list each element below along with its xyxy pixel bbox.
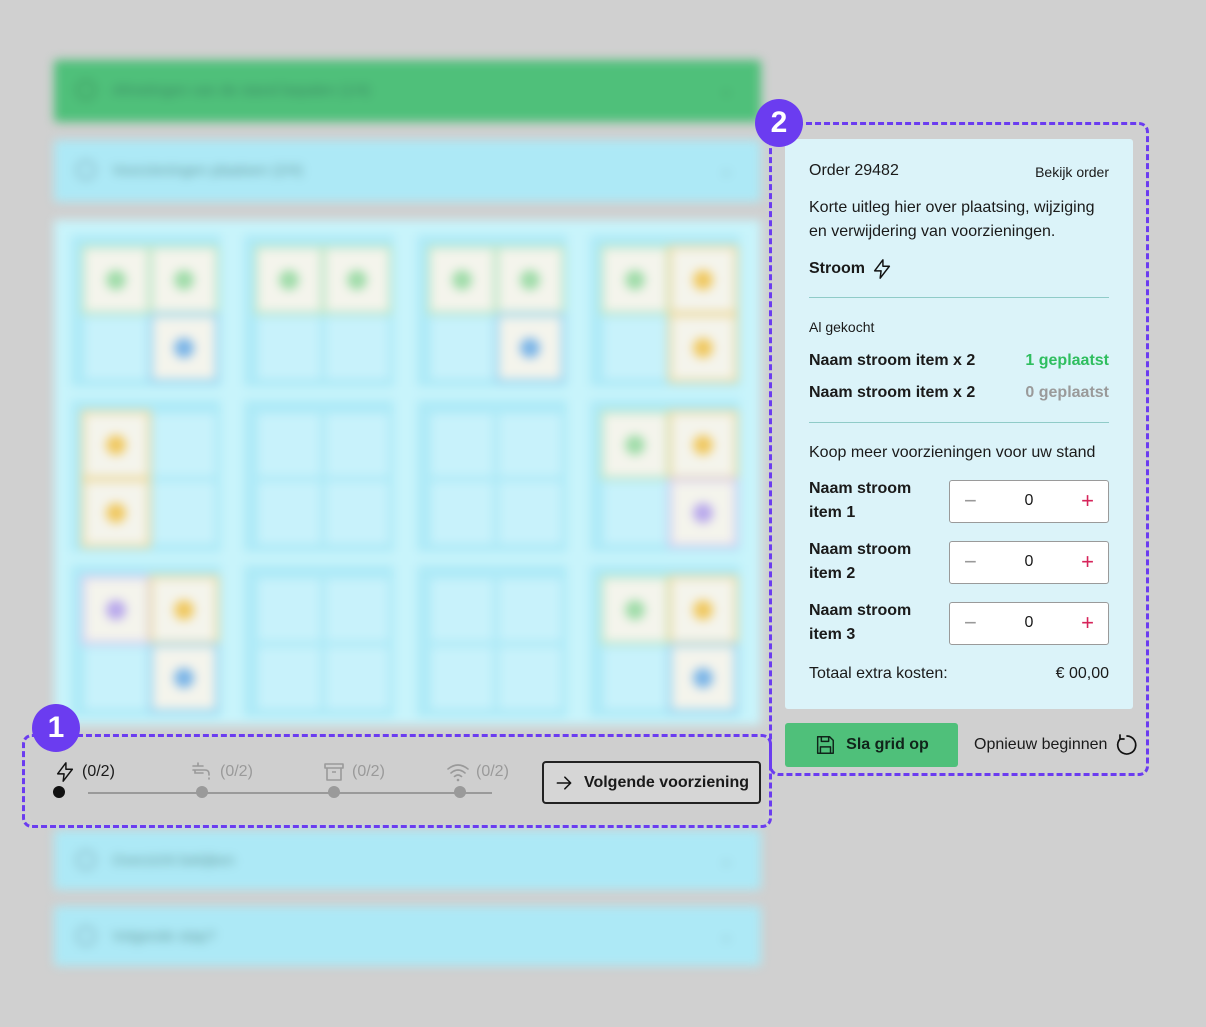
grid-block — [590, 565, 740, 717]
grid-block — [71, 400, 221, 552]
grid-block — [417, 400, 567, 552]
accordion-label: Overzicht bekijken — [112, 852, 235, 869]
accordion-next-step: Volgende stap? ⌄ — [54, 906, 761, 966]
accordion-overview: Overzicht bekijken ⌄ — [54, 830, 761, 890]
grid-block — [71, 565, 221, 717]
accordion-label: Voorzieningen plaatsen (2/4) — [112, 162, 303, 179]
chevron-down-icon: ⌄ — [719, 82, 733, 99]
circle-icon — [76, 926, 96, 946]
grid-block — [590, 400, 740, 552]
accordion-facilities: Voorzieningen plaatsen (2/4) ⌄ — [54, 140, 761, 202]
grid-block — [417, 565, 567, 717]
grid-block — [417, 235, 567, 387]
accordion-label: Volgende stap? — [112, 928, 216, 945]
chevron-down-icon: ⌄ — [719, 852, 733, 869]
chevron-down-icon: ⌄ — [719, 162, 733, 179]
circle-icon — [76, 850, 96, 870]
grid-block — [244, 400, 394, 552]
grid-block — [244, 235, 394, 387]
accordion-dimensions: Afmetingen van de stand bepalen (1/4) ⌄ — [54, 60, 761, 122]
grid-block — [244, 565, 394, 717]
highlight-region-1 — [22, 734, 772, 828]
check-circle-icon — [76, 80, 96, 100]
grid-block — [590, 235, 740, 387]
grid-block — [71, 235, 221, 387]
annotation-badge-1: 1 — [32, 704, 80, 752]
circle-icon — [76, 160, 96, 180]
stand-grid — [54, 220, 761, 725]
annotation-badge-2: 2 — [755, 99, 803, 147]
accordion-label: Afmetingen van de stand bepalen (1/4) — [112, 82, 371, 99]
chevron-down-icon: ⌄ — [719, 928, 733, 945]
highlight-region-2 — [769, 122, 1149, 776]
